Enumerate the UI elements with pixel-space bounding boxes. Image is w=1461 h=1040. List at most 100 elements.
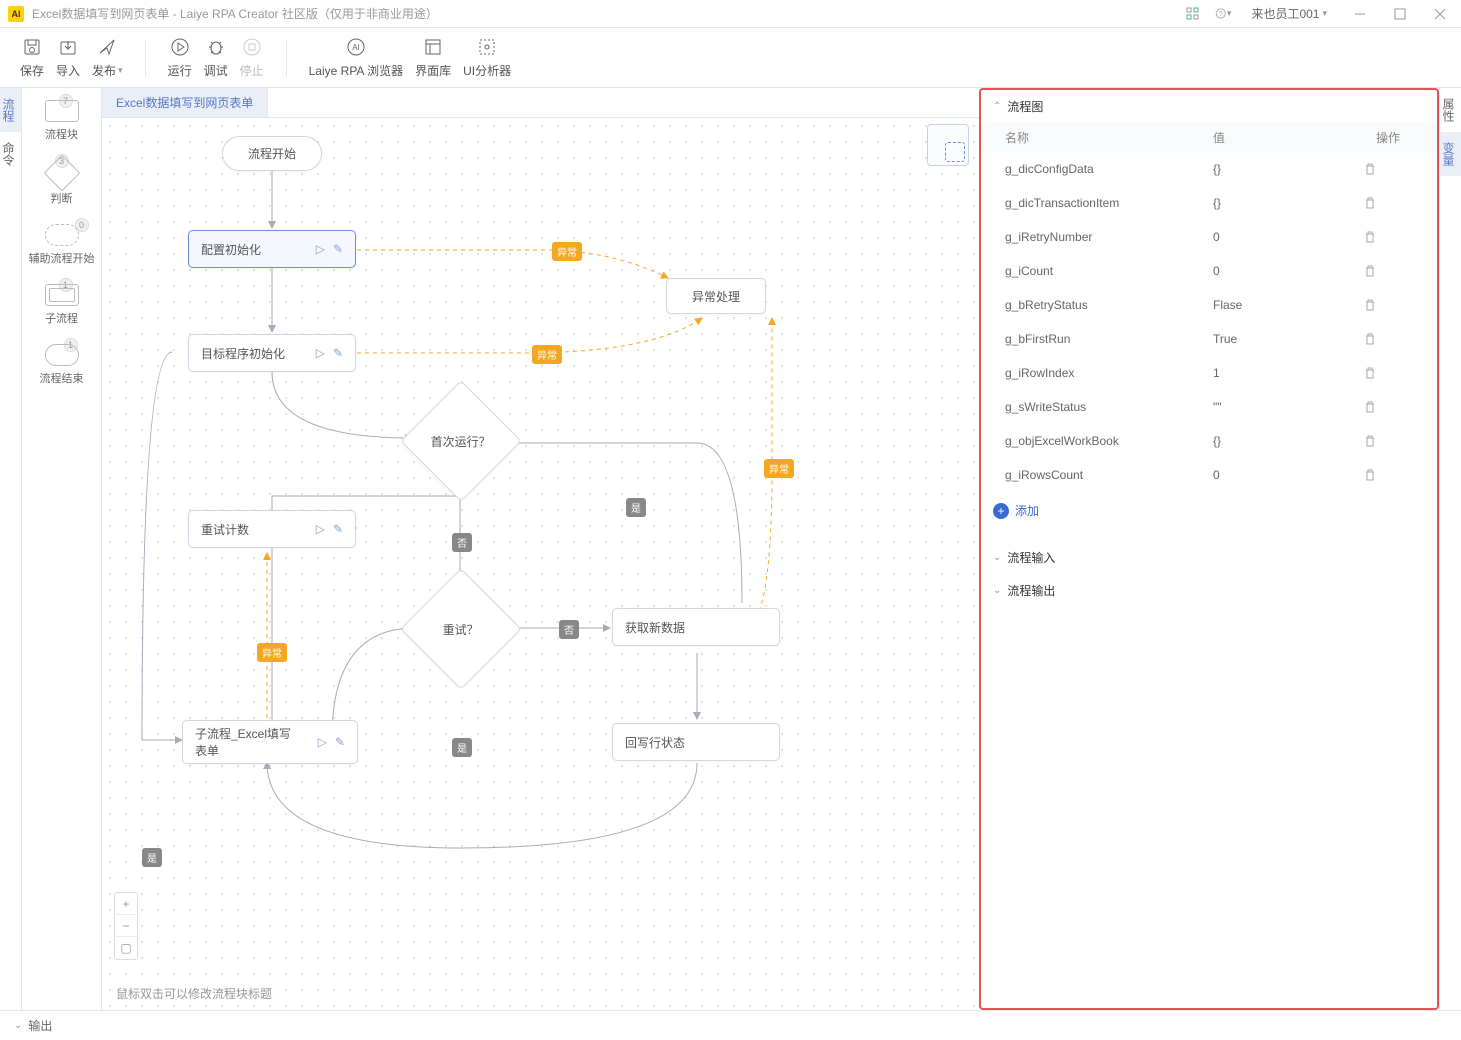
minimap[interactable] bbox=[927, 124, 969, 166]
node-first-run[interactable]: 首次运行？ bbox=[400, 380, 522, 502]
import-button[interactable]: 导入 bbox=[56, 36, 80, 79]
tab-flow[interactable]: 流程 bbox=[0, 88, 21, 132]
node-target-init[interactable]: 目标程序初始化 ▷✎ bbox=[188, 334, 356, 372]
tab-variables[interactable]: 变量 bbox=[1440, 132, 1461, 176]
var-value: True bbox=[1213, 332, 1363, 346]
palette-block[interactable]: 7 流程块 bbox=[45, 100, 79, 142]
tab-cmd[interactable]: 命令 bbox=[0, 132, 21, 176]
zoom-out-button[interactable]: − bbox=[115, 915, 137, 937]
block-shape-icon bbox=[45, 100, 79, 122]
delete-icon[interactable] bbox=[1363, 366, 1413, 380]
delete-icon[interactable] bbox=[1363, 196, 1413, 210]
right-vertical-tabs: 属性 变量 bbox=[1439, 88, 1461, 1010]
table-row[interactable]: g_sWriteStatus"" bbox=[981, 390, 1437, 424]
node-write-back[interactable]: 回写行状态 bbox=[612, 723, 780, 761]
aux-shape-icon bbox=[45, 224, 79, 246]
table-row[interactable]: g_bFirstRunTrue bbox=[981, 322, 1437, 356]
delete-icon[interactable] bbox=[1363, 468, 1413, 482]
minimize-button[interactable] bbox=[1347, 5, 1373, 23]
var-value: "" bbox=[1213, 400, 1363, 414]
edit-icon[interactable]: ✎ bbox=[335, 735, 345, 749]
svg-text:?: ? bbox=[1219, 11, 1223, 18]
zoom-control: + − ▢ bbox=[114, 892, 138, 960]
maximize-button[interactable] bbox=[1387, 5, 1413, 23]
node-exception[interactable]: 异常处理 bbox=[666, 278, 766, 314]
var-name: g_bRetryStatus bbox=[1005, 298, 1213, 312]
edit-icon[interactable]: ✎ bbox=[333, 242, 343, 256]
play-icon[interactable]: ▷ bbox=[316, 242, 325, 256]
var-value: 1 bbox=[1213, 366, 1363, 380]
toolbar-separator bbox=[145, 40, 146, 76]
edit-icon[interactable]: ✎ bbox=[333, 346, 343, 360]
delete-icon[interactable] bbox=[1363, 332, 1413, 346]
zoom-fit-button[interactable]: ▢ bbox=[115, 937, 137, 959]
grid-icon[interactable] bbox=[1185, 6, 1201, 22]
stop-button: 停止 bbox=[240, 36, 264, 79]
browser-button[interactable]: AI Laiye RPA 浏览器 bbox=[309, 36, 403, 79]
debug-button[interactable]: 调试 bbox=[204, 36, 228, 79]
subflow-shape-icon bbox=[45, 284, 79, 306]
help-icon[interactable]: ? ▾ bbox=[1215, 6, 1231, 22]
canvas-hint: 鼠标双击可以修改流程块标题 bbox=[116, 985, 272, 1002]
play-icon[interactable]: ▷ bbox=[318, 735, 327, 749]
ui-lib-icon bbox=[422, 36, 444, 58]
node-retry-count[interactable]: 重试计数 ▷✎ bbox=[188, 510, 356, 548]
chevron-right-icon: ⌄ bbox=[14, 1020, 22, 1031]
add-variable-button[interactable]: + 添加 bbox=[981, 492, 1437, 529]
edit-icon[interactable]: ✎ bbox=[333, 522, 343, 536]
debug-icon bbox=[205, 36, 227, 58]
left-vertical-tabs: 流程 命令 bbox=[0, 88, 22, 1010]
delete-icon[interactable] bbox=[1363, 400, 1413, 414]
delete-icon[interactable] bbox=[1363, 264, 1413, 278]
table-row[interactable]: g_objExcelWorkBook{} bbox=[981, 424, 1437, 458]
table-row[interactable]: g_iRowsCount0 bbox=[981, 458, 1437, 492]
panel-section-output[interactable]: ⌄ 流程输出 bbox=[981, 574, 1437, 607]
table-row[interactable]: g_iCount0 bbox=[981, 254, 1437, 288]
toolbar-separator bbox=[286, 40, 287, 76]
shape-palette: 7 流程块 3 判断 0 辅助流程开始 1 子流程 1 流程结束 bbox=[22, 88, 102, 1010]
flow-canvas[interactable]: 流程开始 配置初始化 ▷✎ 目标程序初始化 ▷✎ 首次运行？ 重试计数 ▷✎ 重… bbox=[102, 118, 979, 1010]
palette-decision[interactable]: 3 判断 bbox=[49, 160, 75, 206]
node-retry[interactable]: 重试？ bbox=[400, 568, 522, 690]
table-row[interactable]: g_bRetryStatusFlase bbox=[981, 288, 1437, 322]
delete-icon[interactable] bbox=[1363, 298, 1413, 312]
palette-end[interactable]: 1 流程结束 bbox=[40, 344, 84, 386]
table-row[interactable]: g_iRetryNumber0 bbox=[981, 220, 1437, 254]
var-value: 0 bbox=[1213, 230, 1363, 244]
palette-subflow[interactable]: 1 子流程 bbox=[45, 284, 79, 326]
table-row[interactable]: g_iRowIndex1 bbox=[981, 356, 1437, 390]
node-subflow-excel[interactable]: 子流程_Excel填写表单 ▷✎ bbox=[182, 720, 358, 764]
delete-icon[interactable] bbox=[1363, 434, 1413, 448]
edge-label-exception: 异常 bbox=[257, 643, 287, 662]
canvas-tabs: Excel数据填写到网页表单 bbox=[102, 88, 979, 118]
panel-section-flowchart[interactable]: ⌃ 流程图 bbox=[981, 90, 1437, 123]
node-fetch-new[interactable]: 获取新数据 bbox=[612, 608, 780, 646]
run-button[interactable]: 运行 bbox=[168, 36, 192, 79]
publish-button[interactable]: 发布▾ bbox=[92, 36, 123, 79]
edge-label-exception: 异常 bbox=[764, 459, 794, 478]
table-row[interactable]: g_dicTransactionItem{} bbox=[981, 186, 1437, 220]
play-icon[interactable]: ▷ bbox=[316, 346, 325, 360]
save-button[interactable]: 保存 bbox=[20, 36, 44, 79]
user-name[interactable]: 来也员工001▾ bbox=[1251, 5, 1327, 22]
close-button[interactable] bbox=[1427, 5, 1453, 23]
play-icon[interactable]: ▷ bbox=[316, 522, 325, 536]
toolbar: 保存 导入 发布▾ 运行 调试 停止 AI Laiye RPA 浏览器 界面库 … bbox=[0, 28, 1461, 88]
chevron-right-icon: ⌄ bbox=[993, 585, 1001, 596]
import-icon bbox=[57, 36, 79, 58]
delete-icon[interactable] bbox=[1363, 162, 1413, 176]
diamond-shape-icon bbox=[43, 155, 80, 192]
palette-aux[interactable]: 0 辅助流程开始 bbox=[29, 224, 95, 266]
canvas-tab-active[interactable]: Excel数据填写到网页表单 bbox=[102, 88, 268, 117]
panel-section-input[interactable]: ⌄ 流程输入 bbox=[981, 541, 1437, 574]
ui-lib-button[interactable]: 界面库 bbox=[415, 36, 451, 79]
node-start[interactable]: 流程开始 bbox=[222, 136, 322, 171]
delete-icon[interactable] bbox=[1363, 230, 1413, 244]
node-config-init[interactable]: 配置初始化 ▷✎ bbox=[188, 230, 356, 268]
tab-properties[interactable]: 属性 bbox=[1440, 88, 1461, 132]
ui-analyzer-button[interactable]: UI分析器 bbox=[463, 36, 511, 79]
analyzer-icon bbox=[476, 36, 498, 58]
table-row[interactable]: g_dicConfigData{} bbox=[981, 152, 1437, 186]
zoom-in-button[interactable]: + bbox=[115, 893, 137, 915]
output-tab[interactable]: 输出 bbox=[28, 1017, 52, 1034]
